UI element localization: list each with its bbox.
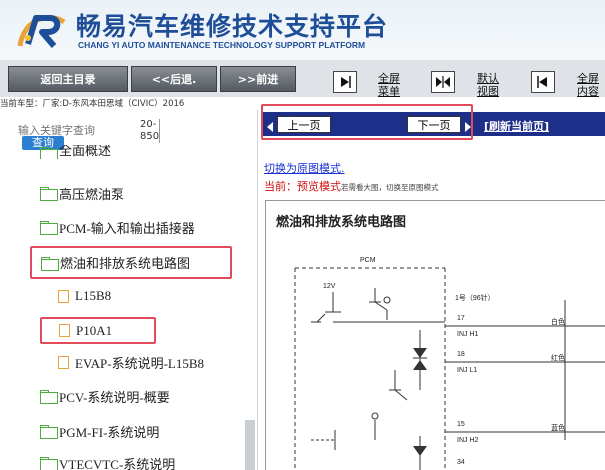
diagram-voltage-label: 12V	[323, 283, 336, 290]
diagram-pin4: 34	[457, 459, 465, 466]
diagram-wire2: 红色	[551, 353, 565, 362]
folder-icon	[40, 221, 58, 235]
main-menu-button[interactable]: 返回主目录	[8, 66, 128, 92]
diagram-module-label: PCM	[360, 257, 376, 264]
sidebar-item-vtec[interactable]: VTECVTC-系统说明	[40, 450, 175, 470]
folder-open-icon	[41, 256, 59, 271]
folder-icon	[40, 187, 58, 201]
logo-icon	[17, 15, 66, 48]
diagram-sig1: INJ H1	[457, 331, 479, 338]
forward-button[interactable]: >>前进	[220, 66, 296, 92]
sidebar-item-pcv[interactable]: PCV-系统说明-概要	[40, 383, 170, 409]
sidebar-item-evap[interactable]: EVAP-系统说明-L15B8	[58, 349, 204, 375]
sidebar-item-p10a1[interactable]: P10A1	[40, 317, 156, 344]
fullscreen-content-icon[interactable]	[531, 71, 555, 93]
refresh-page-link[interactable]: [刷新当前页]	[484, 118, 549, 134]
fullscreen-content-label[interactable]: 全屏 内容	[577, 72, 599, 98]
sidebar-item-overview[interactable]: 全面概述	[40, 145, 111, 159]
sidebar-item-l15b8[interactable]: L15B8	[58, 283, 111, 309]
platform-subtitle: CHANG YI AUTO MAINTENANCE TECHNOLOGY SUP…	[78, 40, 366, 50]
diagram-pin2: 18	[457, 351, 465, 358]
diagram-sig3: INJ H2	[457, 437, 479, 444]
folder-icon	[40, 390, 58, 404]
diagram-cyl1-label: 1号（96针）	[455, 293, 495, 302]
diagram-wire3: 蓝色	[551, 423, 565, 432]
switch-original-mode-link[interactable]: 切换为原图模式.	[264, 160, 345, 176]
file-icon	[58, 289, 69, 303]
diagram-sig2: INJ L1	[457, 367, 477, 374]
sidebar-item-high-pressure-pump[interactable]: 高压燃油泵	[40, 180, 124, 206]
mode-status: 当前：预览模式若需看大图，切换至原图模式	[264, 180, 439, 193]
sidebar-scrollbar[interactable]	[245, 420, 255, 470]
platform-title: 畅易汽车维修技术支持平台	[76, 12, 389, 41]
nav-highlight-box	[261, 104, 473, 140]
range-display: 20- 850	[140, 119, 160, 143]
diagram-pin3: 15	[457, 421, 465, 428]
fullscreen-menu-label[interactable]: 全屏 菜单	[378, 72, 400, 98]
back-button[interactable]: <<后退.	[131, 66, 217, 92]
sidebar-item-pcm-connectors[interactable]: PCM-输入和输出插接器	[40, 214, 195, 240]
circuit-diagram-drawing: PCM 12V 1号（96针） 17 INJ H1 白色 18 INJ L1 红…	[294, 257, 605, 470]
sidebar-item-pgm-fi[interactable]: PGM-FI-系统说明	[40, 418, 159, 444]
vehicle-info: 当前车型：厂家:D-东风本田思域（CIVIC）2016	[0, 99, 185, 109]
diagram-pin1: 17	[457, 315, 465, 322]
folder-icon	[40, 425, 58, 439]
default-view-icon[interactable]	[431, 71, 455, 93]
diagram-wire1: 白色	[551, 317, 565, 326]
folder-icon	[40, 457, 58, 470]
file-icon	[59, 324, 70, 337]
default-view-label[interactable]: 默认 视图	[477, 72, 499, 98]
file-icon	[58, 355, 69, 369]
sidebar-item-fuel-emission-diagram[interactable]: 燃油和排放系统电路图	[30, 246, 232, 279]
diagram-title: 燃油和排放系统电路图	[276, 214, 407, 229]
folder-icon	[40, 147, 58, 159]
sidebar-tree	[0, 110, 258, 470]
fullscreen-menu-icon[interactable]	[333, 71, 357, 93]
